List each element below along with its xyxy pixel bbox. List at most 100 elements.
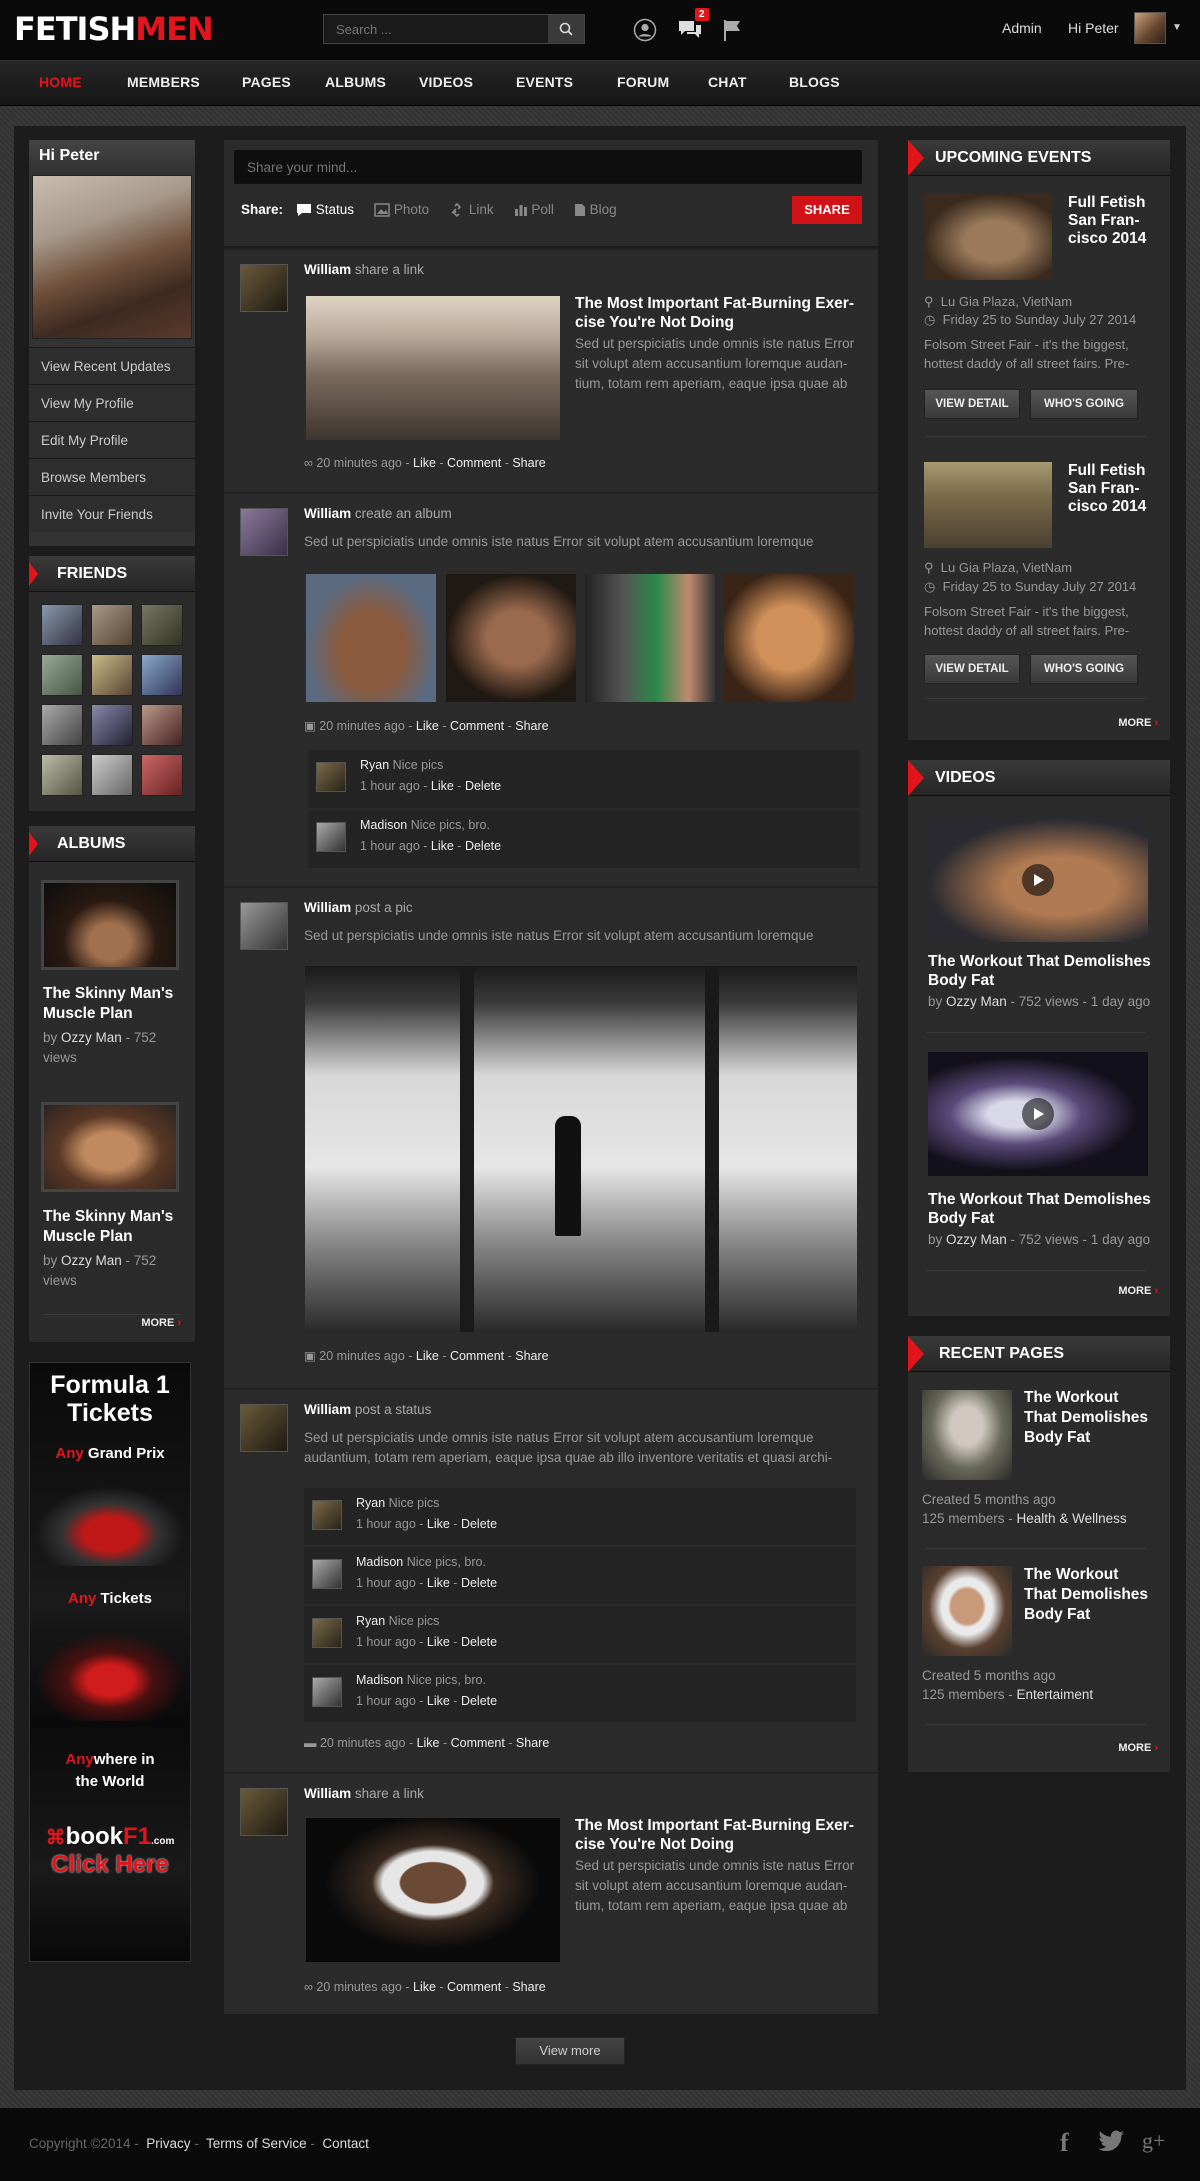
share-button[interactable]: SHARE [792, 196, 862, 224]
twitter-icon[interactable] [1097, 2130, 1125, 2155]
video-thumbnail[interactable] [928, 1052, 1148, 1176]
friend-avatar[interactable] [91, 704, 133, 746]
comment-link[interactable]: Comment [450, 719, 504, 733]
share-link[interactable]: Share [512, 1980, 545, 1994]
friend-avatar[interactable] [41, 754, 83, 796]
like-link[interactable]: Like [427, 1635, 450, 1649]
like-link[interactable]: Like [427, 1517, 450, 1531]
link-thumbnail[interactable] [306, 1818, 560, 1962]
event-title[interactable]: Full Fetish San Fran- cisco 2014 [1068, 462, 1168, 516]
comment-link[interactable]: Comment [447, 456, 501, 470]
commenter-avatar[interactable] [312, 1677, 342, 1707]
whos-going-button[interactable]: WHO'S GOING [1030, 654, 1138, 684]
share-link[interactable]: Share [516, 1736, 549, 1750]
friend-avatar[interactable] [41, 604, 83, 646]
event-title[interactable]: Full Fetish San Fran- cisco 2014 [1068, 194, 1168, 248]
delete-link[interactable]: Delete [465, 779, 501, 793]
commenter-name[interactable]: Ryan [356, 1614, 385, 1628]
nav-chat[interactable]: CHAT [708, 74, 747, 90]
share-option-photo[interactable]: Photo [374, 202, 429, 218]
link-title[interactable]: The Most Important Fat-Burning Exer- cis… [575, 1816, 865, 1854]
terms-link[interactable]: Terms of Service [206, 2136, 307, 2151]
menu-item-edit-profile[interactable]: Edit My Profile [29, 421, 195, 458]
friend-avatar[interactable] [91, 754, 133, 796]
event-image[interactable] [924, 462, 1052, 548]
nav-members[interactable]: MEMBERS [127, 74, 200, 90]
like-link[interactable]: Like [416, 1349, 439, 1363]
comment-link[interactable]: Comment [447, 1980, 501, 1994]
album-title[interactable]: The Skinny Man's Muscle Plan [43, 1207, 183, 1247]
recent-pages-more-link[interactable]: MORE › [1118, 1742, 1158, 1754]
share-link[interactable]: Share [515, 1349, 548, 1363]
post-author[interactable]: William [304, 1402, 351, 1417]
link-thumbnail[interactable] [306, 296, 560, 440]
events-more-link[interactable]: MORE › [1118, 717, 1158, 729]
friend-avatar[interactable] [41, 704, 83, 746]
post-author-avatar[interactable] [240, 508, 288, 556]
commenter-name[interactable]: Madison [356, 1555, 403, 1569]
post-author-avatar[interactable] [240, 1404, 288, 1452]
delete-link[interactable]: Delete [461, 1635, 497, 1649]
commenter-name[interactable]: Madison [360, 818, 407, 832]
video-author[interactable]: Ozzy Man [946, 1232, 1007, 1247]
event-image[interactable] [924, 194, 1052, 280]
commenter-avatar[interactable] [312, 1559, 342, 1589]
like-link[interactable]: Like [417, 1736, 440, 1750]
albums-more-link[interactable]: MORE › [141, 1317, 181, 1329]
page-thumbnail[interactable] [922, 1390, 1012, 1480]
commenter-avatar[interactable] [312, 1618, 342, 1648]
share-link[interactable]: Share [515, 719, 548, 733]
commenter-name[interactable]: Ryan [360, 758, 389, 772]
album-title[interactable]: The Skinny Man's Muscle Plan [43, 984, 183, 1024]
profile-photo[interactable] [32, 175, 192, 339]
view-detail-button[interactable]: VIEW DETAIL [924, 654, 1020, 684]
friend-avatar[interactable] [141, 604, 183, 646]
link-title[interactable]: The Most Important Fat-Burning Exer- cis… [575, 294, 865, 332]
page-thumbnail[interactable] [922, 1566, 1012, 1656]
album-author[interactable]: Ozzy Man [61, 1253, 122, 1268]
flag-icon[interactable] [719, 16, 747, 44]
search-input[interactable] [324, 15, 548, 43]
friend-avatar[interactable] [141, 754, 183, 796]
post-photo[interactable] [305, 966, 857, 1332]
nav-pages[interactable]: PAGES [242, 74, 291, 90]
friend-avatar[interactable] [141, 704, 183, 746]
friend-avatar[interactable] [141, 654, 183, 696]
privacy-link[interactable]: Privacy [146, 2136, 190, 2151]
contact-link[interactable]: Contact [322, 2136, 369, 2151]
videos-more-link[interactable]: MORE › [1118, 1285, 1158, 1297]
album-photo[interactable] [585, 574, 715, 702]
admin-link[interactable]: Admin [1002, 20, 1042, 36]
view-more-button[interactable]: View more [515, 2037, 625, 2065]
user-icon[interactable] [631, 16, 659, 44]
page-title[interactable]: The Workout That Demolishes Body Fat [1024, 1388, 1154, 1448]
facebook-icon[interactable]: f [1060, 2128, 1069, 2158]
nav-events[interactable]: EVENTS [516, 74, 573, 90]
share-option-status[interactable]: Status [296, 202, 354, 217]
like-link[interactable]: Like [431, 779, 454, 793]
album-cover[interactable] [41, 1102, 179, 1192]
avatar[interactable] [1134, 12, 1166, 44]
greeting-link[interactable]: Hi Peter [1068, 20, 1119, 36]
like-link[interactable]: Like [427, 1694, 450, 1708]
view-detail-button[interactable]: VIEW DETAIL [924, 389, 1020, 419]
album-photo[interactable] [446, 574, 576, 702]
delete-link[interactable]: Delete [465, 839, 501, 853]
commenter-avatar[interactable] [316, 822, 346, 852]
friend-avatar[interactable] [91, 604, 133, 646]
video-title[interactable]: The Workout That Demolishes Body Fat [928, 1190, 1152, 1228]
nav-home[interactable]: HOME [39, 74, 82, 90]
menu-item-recent-updates[interactable]: View Recent Updates [29, 347, 195, 384]
play-icon[interactable] [1022, 864, 1054, 896]
commenter-avatar[interactable] [316, 762, 346, 792]
share-input[interactable] [234, 150, 862, 184]
album-author[interactable]: Ozzy Man [61, 1030, 122, 1045]
friend-avatar[interactable] [91, 654, 133, 696]
nav-albums[interactable]: ALBUMS [325, 74, 386, 90]
like-link[interactable]: Like [431, 839, 454, 853]
like-link[interactable]: Like [416, 719, 439, 733]
friend-avatar[interactable] [41, 654, 83, 696]
share-option-blog[interactable]: Blog [574, 202, 617, 217]
album-photo[interactable] [724, 574, 854, 702]
delete-link[interactable]: Delete [461, 1576, 497, 1590]
